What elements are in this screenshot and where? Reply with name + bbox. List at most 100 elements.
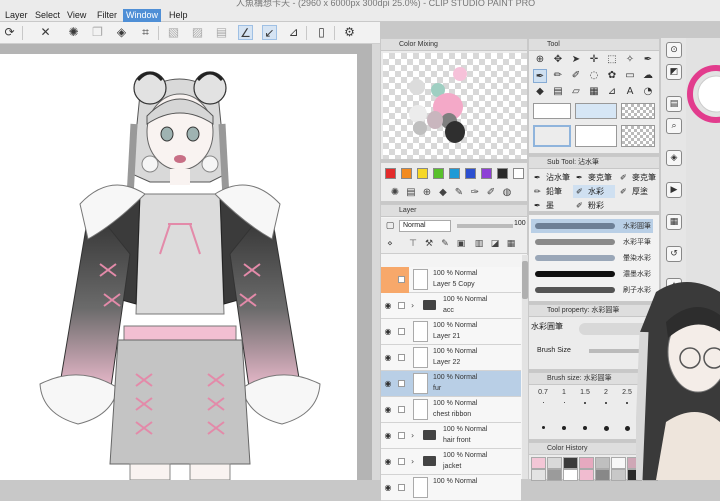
brush-size-dot[interactable] xyxy=(603,426,609,431)
history-swatch[interactable] xyxy=(611,469,626,481)
clip-icon[interactable]: ⊤ xyxy=(407,238,419,250)
transparent-color-large[interactable] xyxy=(621,125,655,147)
lock-checkbox[interactable] xyxy=(398,276,405,283)
menu-filter[interactable]: Filter xyxy=(94,9,120,22)
color-icon[interactable]: ▦ xyxy=(505,238,517,250)
item-bank-icon[interactable]: ▦ xyxy=(666,214,682,230)
layer-property-icon[interactable]: ▤ xyxy=(666,96,682,112)
layer-row[interactable]: ◉ 100 % Normal Layer 22 xyxy=(381,345,521,371)
sub-tool-wet[interactable]: ✐ 麥克筆 xyxy=(617,171,657,184)
history-icon[interactable]: ↺ xyxy=(666,246,682,262)
redo-icon[interactable]: ⟳ xyxy=(2,25,17,40)
figure-icon[interactable]: ▱ xyxy=(569,85,583,99)
sub-tool-pen[interactable]: ✒ 沾水筆 xyxy=(531,171,571,184)
sub-tool-header[interactable]: Sub Tool: 沾水筆 xyxy=(529,157,659,169)
swatch[interactable] xyxy=(385,168,396,179)
brush-item[interactable]: 水彩平筆 xyxy=(531,235,653,249)
swatch[interactable] xyxy=(449,168,460,179)
select-all-icon[interactable]: ✺ xyxy=(66,25,81,40)
search-layer-icon[interactable]: ⌕ xyxy=(666,118,682,134)
lock-toggle[interactable] xyxy=(395,475,409,501)
canvas-area[interactable] xyxy=(0,44,372,480)
history-swatch[interactable] xyxy=(579,457,594,469)
history-swatch[interactable] xyxy=(531,469,546,481)
text-icon[interactable]: A xyxy=(623,85,637,99)
swatch[interactable] xyxy=(465,168,476,179)
decoration-icon[interactable]: ✿ xyxy=(605,69,619,83)
fill-icon[interactable]: ◈ xyxy=(114,25,129,40)
mixing-canvas[interactable] xyxy=(383,53,527,159)
visibility-eye-icon[interactable]: ◉ xyxy=(381,423,395,449)
layer-folder-row[interactable]: ◉ › 100 % Normal jacket xyxy=(381,449,521,475)
fill-icon[interactable]: ◆ xyxy=(437,187,449,199)
operation-icon[interactable]: ➤ xyxy=(569,53,583,67)
layer-row[interactable]: ◉ 100 % Normal xyxy=(381,475,521,501)
add-icon[interactable]: ⊕ xyxy=(421,187,433,199)
ruler-icon[interactable]: ⊿ xyxy=(605,85,619,99)
visibility-eye-icon[interactable]: ◉ xyxy=(381,293,395,319)
sub-tool-watercolor[interactable]: ✐ 水彩 xyxy=(573,185,615,198)
history-swatch[interactable] xyxy=(595,457,610,469)
brush-size-value[interactable]: 1 xyxy=(554,389,574,396)
lock-checkbox[interactable] xyxy=(398,484,405,491)
swatch[interactable] xyxy=(513,168,524,179)
lock-checkbox[interactable] xyxy=(398,302,405,309)
reference-icon[interactable]: ⚒ xyxy=(423,238,435,250)
brush-size-dot[interactable] xyxy=(624,426,630,431)
color-wheel[interactable] xyxy=(686,38,720,158)
brush-size-dot[interactable] xyxy=(542,402,544,403)
layer-folder-row[interactable]: ◉ › 100 % Normal acc xyxy=(381,293,521,319)
brush-size-dot[interactable] xyxy=(626,402,628,404)
tool-header[interactable]: Tool xyxy=(529,39,659,51)
canvas-scrollbar[interactable] xyxy=(372,44,380,480)
transparent-color[interactable] xyxy=(621,103,655,119)
brush-item[interactable]: 水彩圓筆 xyxy=(531,219,653,233)
layer-row[interactable]: ◉ 100 % Normal chest ribbon xyxy=(381,397,521,423)
brush-icon[interactable]: ✐ xyxy=(485,187,497,199)
move-layer-icon[interactable]: ✛ xyxy=(587,53,601,67)
layer-row[interactable]: ◉ 100 % Normal Layer 21 xyxy=(381,319,521,345)
color-mixing-header[interactable]: Color Mixing xyxy=(381,39,527,51)
menu-layer[interactable]: Layer xyxy=(2,9,31,22)
layer-tool-icon[interactable]: ⋄ xyxy=(384,238,396,250)
layer-row[interactable]: ◉ 100 % Normal fur xyxy=(381,371,521,397)
tool-property-tab[interactable]: 水彩圓筆 xyxy=(531,321,563,332)
lock-toggle[interactable] xyxy=(395,293,409,319)
lock-checkbox[interactable] xyxy=(398,458,405,465)
sub-tool-pencil[interactable]: ✏ 鉛筆 xyxy=(531,185,571,198)
visibility-eye-icon[interactable]: ◉ xyxy=(381,475,395,501)
deselect-icon[interactable]: ✕ xyxy=(38,25,53,40)
swatch[interactable] xyxy=(433,168,444,179)
animation-icon[interactable]: ▶ xyxy=(666,182,682,198)
opacity-slider[interactable] xyxy=(457,224,513,228)
sub-tool-pastel[interactable]: ✐ 粉彩 xyxy=(573,199,615,212)
brush-size-value[interactable]: 2 xyxy=(596,389,616,396)
magic-wand-icon[interactable]: ✧ xyxy=(623,53,637,67)
folder-expand-chevron-icon[interactable]: › xyxy=(411,293,414,319)
lock-checkbox[interactable] xyxy=(398,380,405,387)
sub-view-icon[interactable]: ◩ xyxy=(666,64,682,80)
sub-tool-ink[interactable]: ✒ 墨 xyxy=(531,199,571,212)
visibility-eye-icon[interactable]: ◉ xyxy=(381,449,395,475)
sub-color-large[interactable] xyxy=(575,125,617,147)
settings-icon[interactable]: ✺ xyxy=(389,187,401,199)
lock-transparent-icon[interactable]: ▥ xyxy=(473,238,485,250)
lock-toggle[interactable] xyxy=(395,345,409,371)
balloon-icon[interactable]: ◔ xyxy=(641,85,655,99)
brush-icon[interactable]: ✐ xyxy=(569,69,583,83)
swatch[interactable] xyxy=(401,168,412,179)
history-swatch[interactable] xyxy=(531,457,546,469)
pencil-icon[interactable]: ✏ xyxy=(551,69,565,83)
draft-icon[interactable]: ✎ xyxy=(439,238,451,250)
lock-toggle[interactable] xyxy=(395,449,409,475)
lock-toggle[interactable] xyxy=(395,319,409,345)
visibility-eye-icon[interactable]: ◉ xyxy=(381,371,395,397)
main-color[interactable] xyxy=(533,103,571,119)
swatch[interactable] xyxy=(417,168,428,179)
pen-icon[interactable]: ✑ xyxy=(469,187,481,199)
history-swatch[interactable] xyxy=(579,469,594,481)
lock-toggle[interactable] xyxy=(395,267,409,293)
folder-expand-chevron-icon[interactable]: › xyxy=(411,423,414,449)
folder-expand-chevron-icon[interactable]: › xyxy=(411,449,414,475)
lock-checkbox[interactable] xyxy=(398,406,405,413)
